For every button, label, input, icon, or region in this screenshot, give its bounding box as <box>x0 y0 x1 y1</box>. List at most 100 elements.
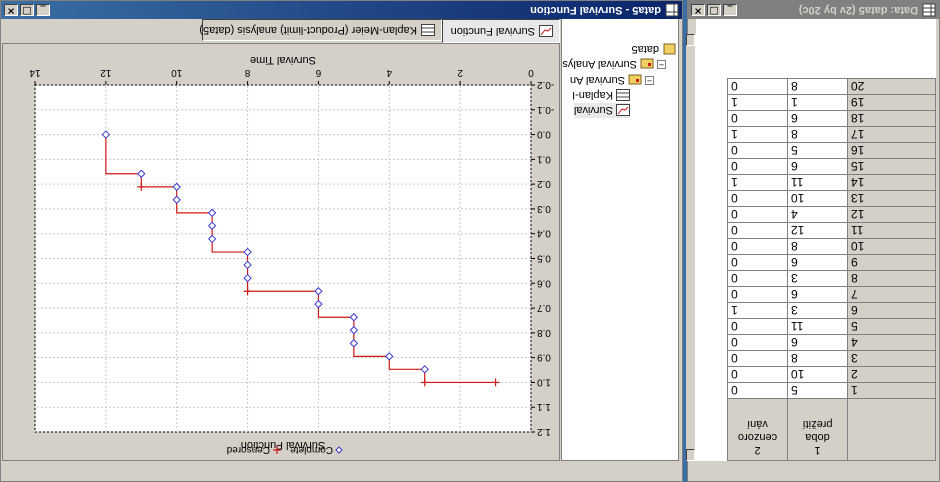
row-header[interactable]: 16 <box>847 142 936 159</box>
table-cell[interactable]: 12 <box>787 222 848 239</box>
table-cell[interactable]: 10 <box>787 366 848 383</box>
row-header[interactable]: 20 <box>847 78 936 95</box>
legend-complete-label: Complete <box>290 444 333 455</box>
table-cell[interactable]: 0 <box>727 286 788 303</box>
maximize-button[interactable]: □ <box>707 4 721 16</box>
grid-corner[interactable] <box>847 398 936 461</box>
row-header[interactable]: 14 <box>847 174 936 191</box>
tree-node-child[interactable]: − Survival An <box>570 73 654 88</box>
table-cell[interactable]: 1 <box>727 126 788 143</box>
table-cell[interactable]: 0 <box>727 350 788 367</box>
spreadsheet[interactable]: 1 doba prežití 2 cenzoro vání 1 5 0 2 10 0 3 8 0 4 6 0 5 11… <box>696 4 936 461</box>
survival-chart[interactable]: 0 2 4 6 8 10 12 14 -0.2 -0.1 0.0 0.1 0.2 0.3 0.4 0.5 0.6… <box>3 44 580 460</box>
table-cell[interactable]: 0 <box>727 222 788 239</box>
table-cell[interactable]: 6 <box>787 254 848 271</box>
row-header[interactable]: 19 <box>847 94 936 111</box>
tab-label: Kaplan-Meier (Product-limit) analysis (d… <box>199 24 417 36</box>
tree-label: data5 <box>631 43 659 56</box>
table-cell[interactable]: 6 <box>787 334 848 351</box>
table-cell[interactable]: 4 <box>787 206 848 223</box>
column-header[interactable]: 2 cenzoro vání <box>727 398 788 461</box>
table-cell[interactable]: 0 <box>727 270 788 287</box>
table-cell[interactable]: 0 <box>727 366 788 383</box>
tree-node-group[interactable]: − Survival Analysis <box>561 57 666 72</box>
data-window-titlebar[interactable]: Data: data5 (2v by 20c) _ □ × <box>688 1 939 19</box>
row-header[interactable]: 6 <box>847 302 936 319</box>
y-tick-label: 0.0 <box>537 129 551 140</box>
workbook-window-titlebar[interactable]: data5 - Survival Function _ □ × <box>1 1 682 19</box>
tree-node-survival[interactable]: Survival <box>573 103 630 118</box>
collapse-icon[interactable]: − <box>657 60 666 70</box>
table-cell[interactable]: 0 <box>727 190 788 207</box>
row-header[interactable]: 9 <box>847 254 936 271</box>
table-cell[interactable]: 0 <box>727 334 788 351</box>
table-cell[interactable]: 3 <box>787 302 848 319</box>
row-header[interactable]: 5 <box>847 318 936 335</box>
row-header[interactable]: 18 <box>847 110 936 127</box>
close-button[interactable]: × <box>4 4 18 16</box>
table-cell[interactable]: 0 <box>727 254 788 271</box>
x-tick-label: 4 <box>386 67 392 78</box>
minimize-button[interactable]: _ <box>36 4 50 16</box>
table-cell[interactable]: 8 <box>787 126 848 143</box>
table-cell[interactable]: 0 <box>727 318 788 335</box>
tree-node-root[interactable]: data5 <box>631 42 676 57</box>
y-tick-label: -0.1 <box>537 104 555 115</box>
row-header[interactable]: 3 <box>847 350 936 367</box>
column-header-name: cenzoro <box>737 431 778 443</box>
table-cell[interactable]: 0 <box>727 142 788 159</box>
vertical-scrollbar[interactable] <box>686 34 696 461</box>
table-cell[interactable]: 6 <box>787 110 848 127</box>
table-cell[interactable]: 1 <box>727 174 788 191</box>
table-cell[interactable]: 10 <box>787 190 848 207</box>
table-cell[interactable]: 1 <box>727 302 788 319</box>
row-header[interactable]: 12 <box>847 206 936 223</box>
table-cell[interactable]: 8 <box>787 350 848 367</box>
minimize-button[interactable]: _ <box>723 4 737 16</box>
scroll-up-arrow-icon[interactable] <box>686 34 695 46</box>
collapse-icon[interactable]: − <box>645 76 654 86</box>
table-cell[interactable]: 6 <box>787 158 848 175</box>
row-header[interactable]: 2 <box>847 366 936 383</box>
tree-node-kaplan[interactable]: Kaplan-I <box>572 88 630 103</box>
row-header[interactable]: 15 <box>847 158 936 175</box>
table-cell[interactable]: 11 <box>787 174 848 191</box>
close-button[interactable]: × <box>691 4 705 16</box>
table-cell[interactable]: 5 <box>787 142 848 159</box>
table-row: 11 12 0 <box>727 222 936 239</box>
table-cell[interactable]: 11 <box>787 318 848 335</box>
workbook-window-title: data5 - Survival Function <box>530 4 661 16</box>
row-header[interactable]: 7 <box>847 286 936 303</box>
table-cell[interactable]: 0 <box>727 158 788 175</box>
column-header[interactable]: 1 doba prežití <box>787 398 848 461</box>
row-header[interactable]: 1 <box>847 382 936 399</box>
table-cell[interactable]: 8 <box>787 238 848 255</box>
scroll-down-arrow-icon[interactable] <box>686 449 695 461</box>
row-header[interactable]: 17 <box>847 126 936 143</box>
table-cell[interactable]: 0 <box>727 110 788 127</box>
table-cell[interactable]: 8 <box>787 78 848 95</box>
row-header[interactable]: 10 <box>847 238 936 255</box>
y-tick-label: 0.3 <box>537 203 551 214</box>
table-row: 18 6 0 <box>727 110 936 127</box>
workbook-icon <box>665 3 679 17</box>
table-cell[interactable]: 5 <box>787 382 848 399</box>
table-cell[interactable]: 1 <box>787 94 848 111</box>
row-header[interactable]: 4 <box>847 334 936 351</box>
legend-censored-label: Censored <box>227 444 270 455</box>
table-cell[interactable]: 0 <box>727 238 788 255</box>
row-header[interactable]: 11 <box>847 222 936 239</box>
folder-icon <box>628 75 642 87</box>
table-cell[interactable]: 0 <box>727 206 788 223</box>
table-cell[interactable]: 1 <box>727 94 788 111</box>
table-cell[interactable]: 6 <box>787 286 848 303</box>
table-cell[interactable]: 0 <box>727 382 788 399</box>
tab-kaplan-meier[interactable]: Kaplan-Meier (Product-limit) analysis (d… <box>199 19 442 41</box>
tab-survival-function[interactable]: Survival Function <box>442 19 560 43</box>
maximize-button[interactable]: □ <box>20 4 34 16</box>
row-header[interactable]: 13 <box>847 190 936 207</box>
table-row: 150 <box>727 382 936 399</box>
row-header[interactable]: 8 <box>847 270 936 287</box>
table-cell[interactable]: 3 <box>787 270 848 287</box>
table-cell[interactable]: 0 <box>727 78 788 95</box>
